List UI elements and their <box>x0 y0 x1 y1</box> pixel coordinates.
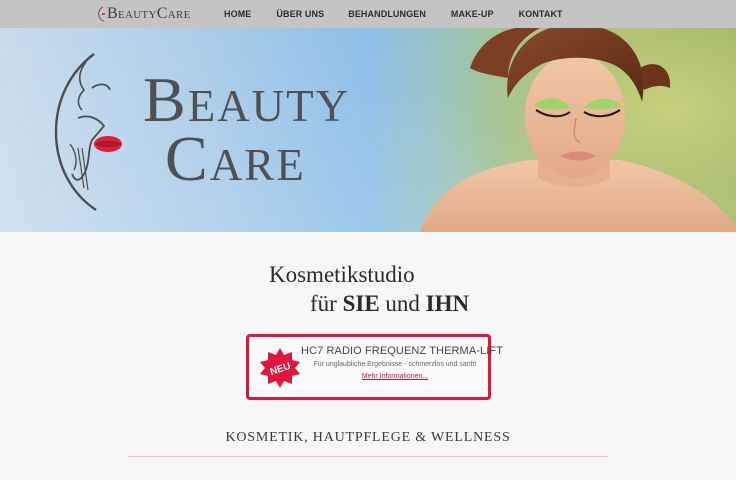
nav-makeup[interactable]: MAKE-UP <box>451 0 494 28</box>
nav-treatments[interactable]: BEHANDLUNGEN <box>348 0 426 28</box>
nav-home[interactable]: HOME <box>224 0 251 28</box>
face-silhouette-icon <box>98 6 106 22</box>
promo-subtitle: Für unglaubliche Ergebnisse - schmerzlos… <box>313 361 477 368</box>
top-navigation-bar: BeautyCare HOME ÜBER UNS BEHANDLUNGEN MA… <box>0 0 736 28</box>
more-info-link[interactable]: Mehr Informationen... <box>301 373 489 380</box>
promo-title: HC7 RADIO FREQUENZ THERMA-LIFT <box>301 345 504 357</box>
nav-contact[interactable]: KONTAKT <box>519 0 563 28</box>
hero-logo-line2: Care <box>165 123 306 194</box>
site-logo[interactable]: BeautyCare <box>97 4 191 24</box>
nav-about[interactable]: ÜBER UNS <box>276 0 324 28</box>
model-portrait-image <box>410 28 736 232</box>
new-starburst-badge: NEU <box>260 348 300 388</box>
hero-banner: Beauty Care <box>0 28 736 232</box>
headline-line1: Kosmetikstudio <box>269 262 415 287</box>
section-divider <box>128 456 608 457</box>
promo-box[interactable]: NEU HC7 RADIO FREQUENZ THERMA-LIFT Für u… <box>246 334 504 400</box>
headline-line2: für SIE und IHN <box>310 291 470 316</box>
face-silhouette-logo-icon <box>54 53 122 211</box>
main-menu: HOME ÜBER UNS BEHANDLUNGEN MAKE-UP KONTA… <box>224 0 563 28</box>
site-logo-text: BeautyCare <box>107 5 191 22</box>
section-heading: KOSMETIK, HAUTPFLEGE & WELLNESS <box>225 430 511 445</box>
